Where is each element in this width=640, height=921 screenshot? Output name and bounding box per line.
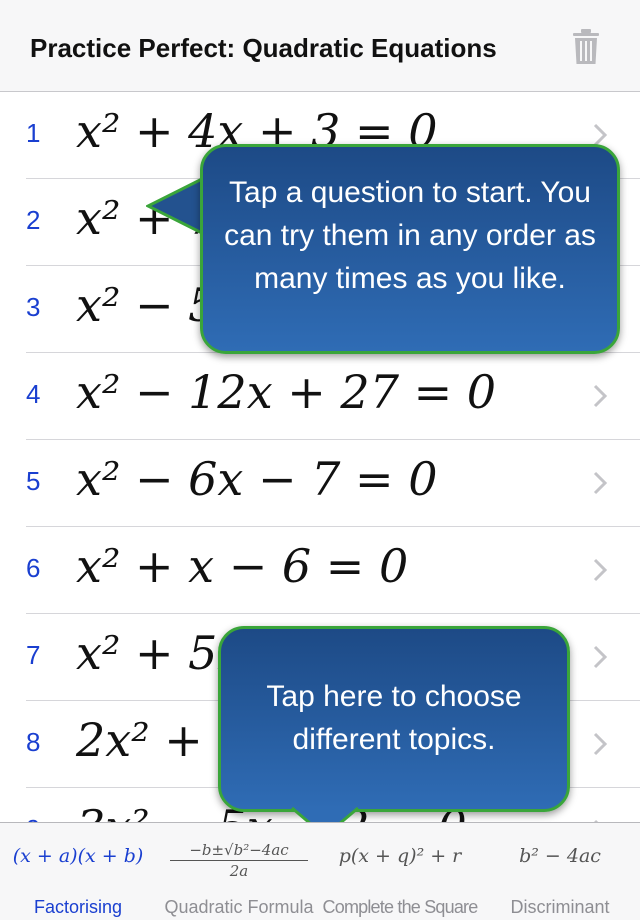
tab-label: Quadratic Formula bbox=[164, 897, 314, 917]
formula-denominator: 2a bbox=[229, 862, 249, 880]
page-title: Practice Perfect: Quadratic Equations bbox=[30, 33, 497, 63]
question-number: 7 bbox=[26, 640, 41, 670]
question-number: 9 bbox=[26, 814, 40, 822]
discriminant-formula-icon: b² − 4ac bbox=[519, 845, 601, 867]
question-number: 4 bbox=[26, 379, 41, 409]
tab-discriminant[interactable]: b² − 4ac Discriminant bbox=[492, 823, 628, 921]
question-number: 3 bbox=[26, 292, 41, 322]
quadratic-formula-icon: −b±√b²−4ac 2a bbox=[162, 841, 316, 880]
topic-tab-bar: (x + a)(x + b) Factorising −b±√b²−4ac 2a… bbox=[0, 822, 640, 920]
question-equation: x² − 12x + 27 = 0 bbox=[76, 365, 497, 419]
question-row-6[interactable]: 6 x² + x − 6 = 0 bbox=[0, 527, 640, 614]
question-equation: x² + x − 6 = 0 bbox=[76, 539, 409, 593]
question-number: 8 bbox=[26, 727, 41, 757]
complete-square-formula-icon: p(x + q)² + r bbox=[338, 845, 462, 867]
chevron-right-icon bbox=[593, 558, 608, 582]
chevron-right-icon bbox=[593, 732, 608, 756]
tab-label: Factorising bbox=[33, 897, 123, 917]
tab-label: Discriminant bbox=[510, 897, 610, 917]
question-row-5[interactable]: 5 x² − 6x − 7 = 0 bbox=[0, 440, 640, 527]
tooltip-start: Tap a question to start. You can try the… bbox=[200, 144, 620, 354]
question-equation: x² − 6x − 7 = 0 bbox=[76, 452, 438, 506]
factorising-formula-icon: (x + a)(x + b) bbox=[12, 845, 144, 867]
tab-label: Complete the Square bbox=[322, 897, 479, 917]
tab-quadratic-formula[interactable]: −b±√b²−4ac 2a Quadratic Formula bbox=[162, 823, 316, 921]
question-row-4[interactable]: 4 x² − 12x + 27 = 0 bbox=[0, 353, 640, 440]
tooltip-start-tail bbox=[146, 176, 206, 236]
question-number: 1 bbox=[26, 118, 41, 148]
question-number: 2 bbox=[26, 205, 41, 235]
chevron-right-icon bbox=[593, 384, 608, 408]
tooltip-topics: Tap here to choose different topics. bbox=[218, 626, 570, 812]
tab-complete-the-square[interactable]: p(x + q)² + r Complete the Square bbox=[320, 823, 480, 921]
formula-numerator: −b±√b²−4ac bbox=[170, 841, 308, 861]
tab-factorising[interactable]: (x + a)(x + b) Factorising bbox=[0, 823, 156, 921]
chevron-right-icon bbox=[593, 645, 608, 669]
question-number: 6 bbox=[26, 553, 41, 583]
chevron-right-icon bbox=[593, 471, 608, 495]
question-number: 5 bbox=[26, 466, 41, 496]
trash-icon[interactable] bbox=[571, 28, 601, 66]
navigation-bar: Practice Perfect: Quadratic Equations bbox=[0, 0, 640, 92]
